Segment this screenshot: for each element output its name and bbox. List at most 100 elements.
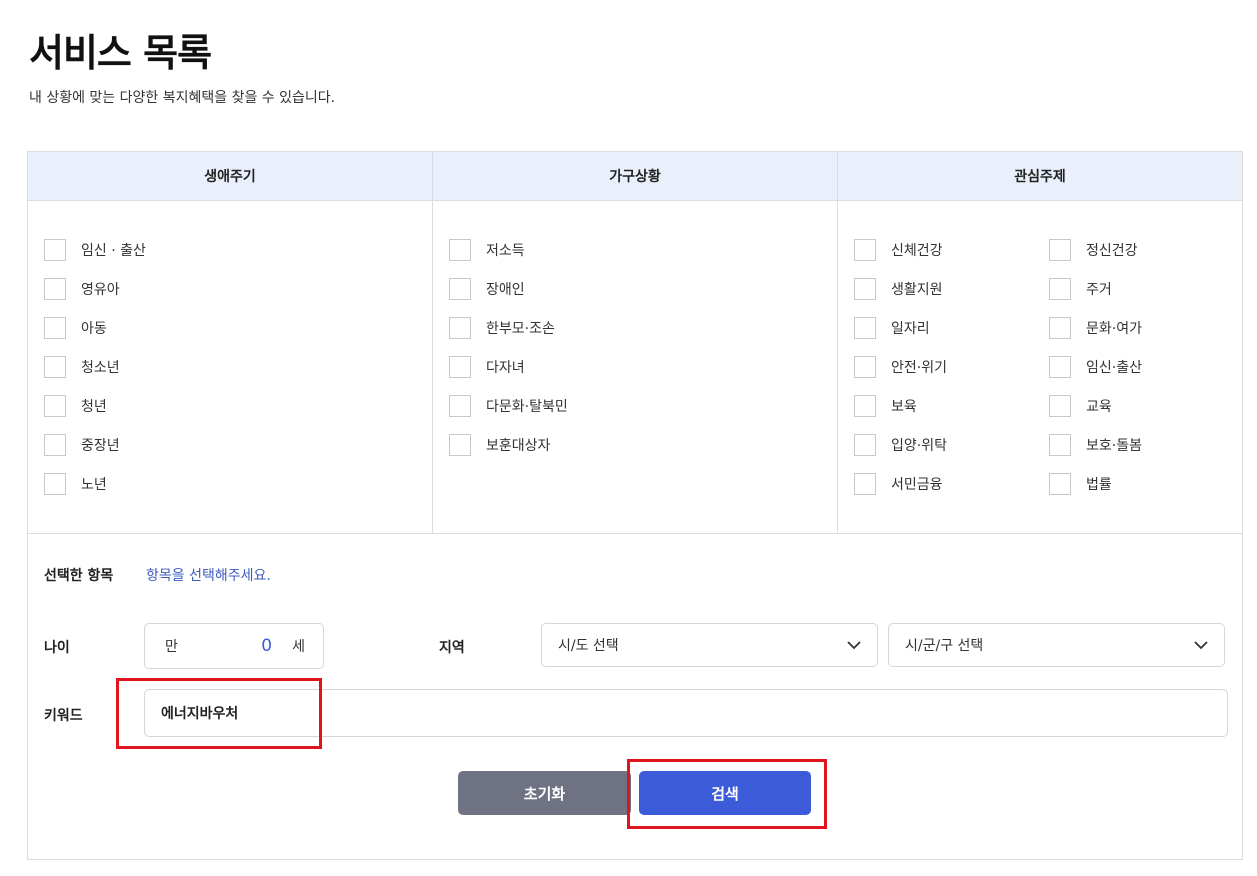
checkbox-label: 보육 [891,398,917,415]
selected-items-row: 선택한 항목 항목을 선택해주세요. [44,565,271,585]
selected-items-message: 항목을 선택해주세요. [146,568,271,584]
checkbox-label: 다문화·탈북민 [486,398,568,415]
checkbox[interactable] [44,433,66,456]
checkbox-item[interactable]: 서민금융 [854,464,947,503]
checkbox-item[interactable]: 법률 [1049,464,1142,503]
checkbox[interactable] [854,472,876,495]
checkbox-item[interactable]: 보육 [854,386,947,425]
checkbox[interactable] [1049,277,1071,300]
checkbox[interactable] [449,316,471,339]
checkbox-label: 생활지원 [891,281,943,298]
checkbox-item[interactable]: 아동 [44,308,146,347]
chevron-down-icon [1194,640,1210,650]
checkbox[interactable] [1049,394,1071,417]
checkbox[interactable] [854,394,876,417]
sigungu-select-value: 시/군/구 선택 [905,638,984,654]
checkbox-item[interactable]: 안전·위기 [854,347,947,386]
checkbox-label: 정신건강 [1086,242,1138,259]
region-label: 지역 [439,640,465,656]
reset-button[interactable]: 초기화 [458,771,631,815]
checkbox[interactable] [854,355,876,378]
checkbox[interactable] [1049,355,1071,378]
checkbox[interactable] [449,277,471,300]
chevron-down-icon [847,640,863,650]
sido-select[interactable]: 시/도 선택 [541,623,878,667]
checkbox-item[interactable]: 주거 [1049,269,1142,308]
checkbox[interactable] [1049,433,1071,456]
checkbox-label: 중장년 [81,437,120,454]
checkbox-item[interactable]: 교육 [1049,386,1142,425]
sigungu-select[interactable]: 시/군/구 선택 [888,623,1225,667]
checkbox-item[interactable]: 청년 [44,386,146,425]
checkbox[interactable] [44,277,66,300]
checkbox-item[interactable]: 정신건강 [1049,230,1142,269]
checkbox-label: 노년 [81,476,107,493]
checkbox[interactable] [44,472,66,495]
checkbox-label: 문화·여가 [1086,320,1142,337]
checkbox-item[interactable]: 신체건강 [854,230,947,269]
checkbox-label: 안전·위기 [891,359,947,376]
checkbox-label: 청소년 [81,359,120,376]
checkbox-item[interactable]: 보호·돌봄 [1049,425,1142,464]
checkbox-label: 신체건강 [891,242,943,259]
selected-items-label: 선택한 항목 [44,568,114,584]
checkbox-item[interactable]: 보훈대상자 [449,425,568,464]
page-description: 내 상황에 맞는 다양한 복지혜택을 찾을 수 있습니다. [29,90,336,106]
life-cycle-column: 임신 · 출산 영유아 아동 청소년 청년 중장년 노년 [28,201,432,533]
checkbox[interactable] [854,316,876,339]
age-label: 나이 [44,640,70,656]
keyword-input[interactable]: 에너지바우처 [144,689,1228,737]
interest-title: 관심주제 [837,152,1242,200]
checkbox-item[interactable]: 문화·여가 [1049,308,1142,347]
checkbox[interactable] [449,238,471,261]
checkbox-item[interactable]: 장애인 [449,269,568,308]
checkbox[interactable] [44,355,66,378]
checkbox-item[interactable]: 임신 · 출산 [44,230,146,269]
checkbox[interactable] [1049,472,1071,495]
checkbox-label: 저소득 [486,242,525,259]
age-value[interactable]: 0 [261,636,272,656]
checkbox-label: 영유아 [81,281,120,298]
checkbox[interactable] [1049,238,1071,261]
interest-list-left: 신체건강 생활지원 일자리 안전·위기 보육 입양·위탁 서민금융 [854,230,947,503]
checkbox[interactable] [1049,316,1071,339]
checkbox-item[interactable]: 입양·위탁 [854,425,947,464]
search-button[interactable]: 검색 [639,771,811,815]
interest-list-right: 정신건강 주거 문화·여가 임신·출산 교육 보호·돌봄 법률 [1049,230,1142,503]
checkbox-item[interactable]: 노년 [44,464,146,503]
life-cycle-title: 생애주기 [204,169,256,185]
checkbox-item[interactable]: 중장년 [44,425,146,464]
checkbox-label: 보훈대상자 [486,437,551,454]
checkbox-item[interactable]: 저소득 [449,230,568,269]
checkbox-item[interactable]: 일자리 [854,308,947,347]
household-title: 가구상황 [432,152,837,200]
checkbox[interactable] [449,433,471,456]
checkbox[interactable] [44,238,66,261]
page-title: 서비스 목록 [29,31,212,75]
checkbox[interactable] [449,355,471,378]
checkbox-item[interactable]: 다자녀 [449,347,568,386]
checkbox[interactable] [44,316,66,339]
checkbox-label: 임신·출산 [1086,359,1142,376]
checkbox-label: 장애인 [486,281,525,298]
checkbox-item[interactable]: 영유아 [44,269,146,308]
checkbox[interactable] [854,277,876,300]
checkbox-item[interactable]: 다문화·탈북민 [449,386,568,425]
checkbox-item[interactable]: 청소년 [44,347,146,386]
category-body: 임신 · 출산 영유아 아동 청소년 청년 중장년 노년 저소득 장애인 한부모… [28,201,1242,534]
checkbox-item[interactable]: 한부모·조손 [449,308,568,347]
checkbox[interactable] [44,394,66,417]
checkbox-item[interactable]: 임신·출산 [1049,347,1142,386]
checkbox[interactable] [854,433,876,456]
checkbox-label: 청년 [81,398,107,415]
age-input[interactable]: 만 0 세 [144,623,324,669]
checkbox-label: 아동 [81,320,107,337]
checkbox-label: 법률 [1086,476,1112,493]
household-column: 저소득 장애인 한부모·조손 다자녀 다문화·탈북민 보훈대상자 [432,201,837,533]
sido-select-value: 시/도 선택 [558,638,619,654]
checkbox[interactable] [449,394,471,417]
checkbox-label: 교육 [1086,398,1112,415]
checkbox-item[interactable]: 생활지원 [854,269,947,308]
category-header: 생애주기 가구상황 관심주제 [28,152,1242,201]
checkbox[interactable] [854,238,876,261]
